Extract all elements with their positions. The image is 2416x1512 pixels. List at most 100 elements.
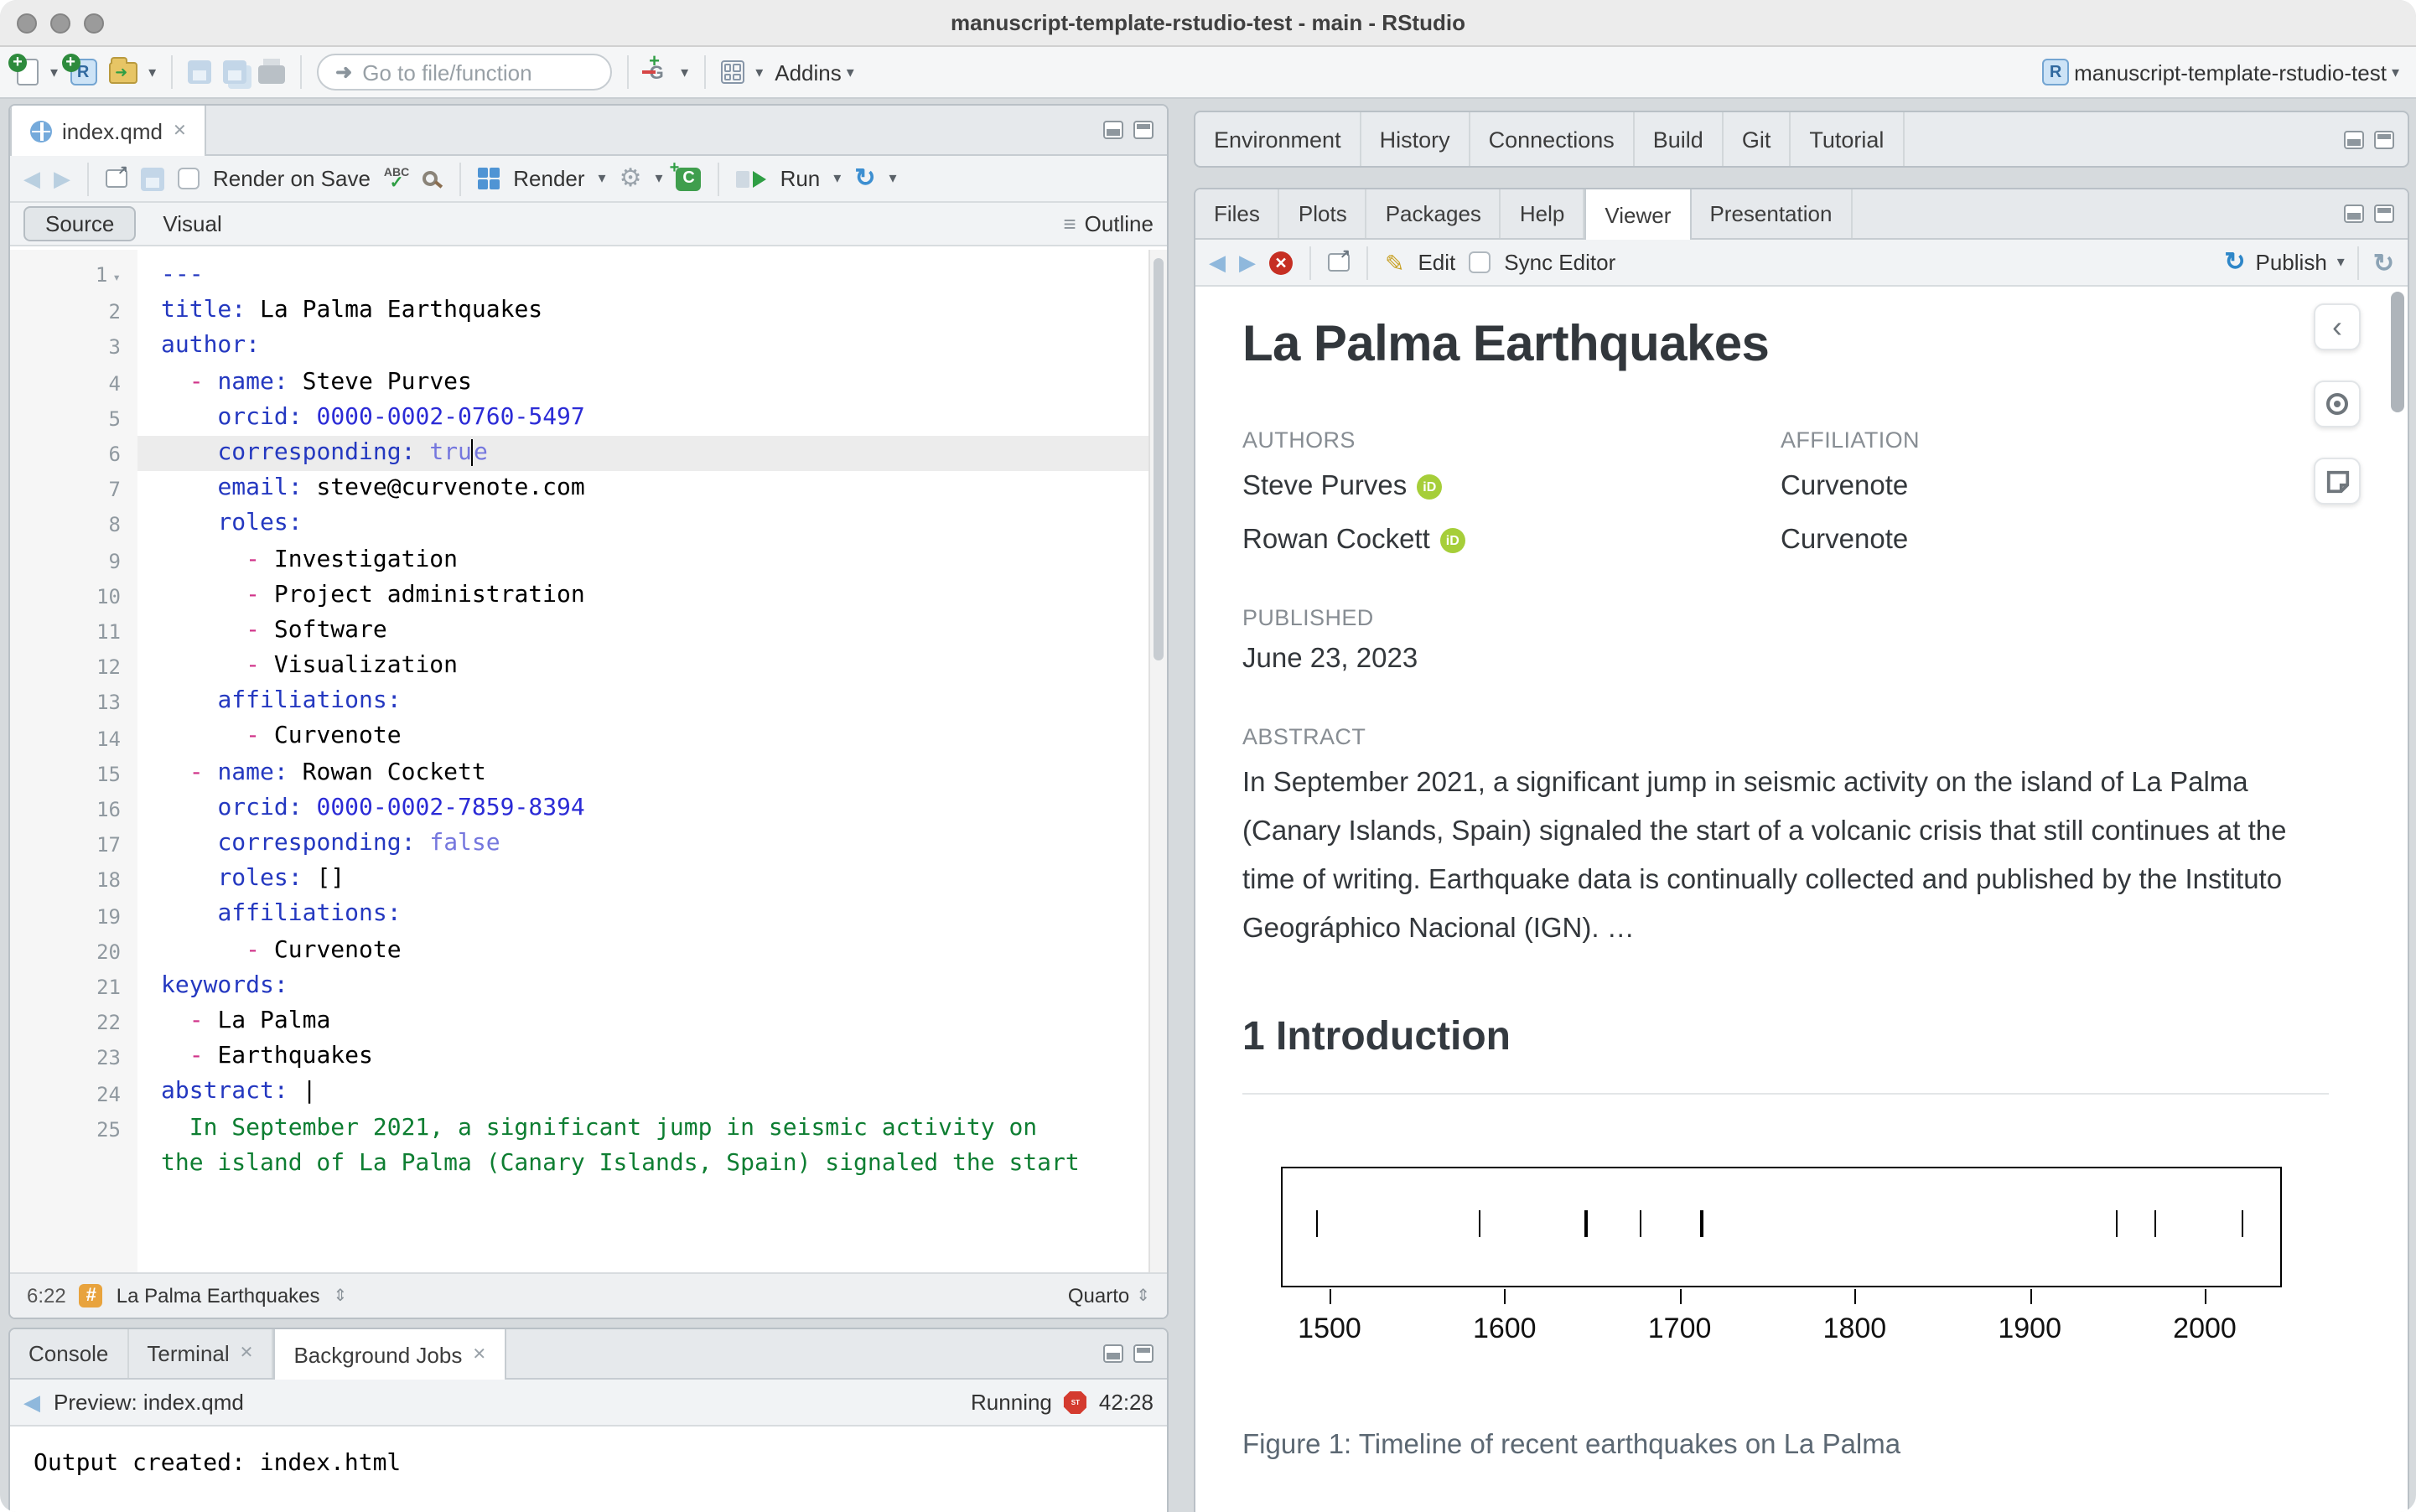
- search-icon[interactable]: [423, 171, 438, 186]
- tab-history[interactable]: History: [1361, 112, 1470, 166]
- code-line[interactable]: - name: Rowan Cockett: [161, 755, 1148, 790]
- code-line[interactable]: author:: [161, 329, 1148, 365]
- code-line[interactable]: affiliations:: [161, 685, 1148, 720]
- minimize-pane-icon[interactable]: [2344, 205, 2364, 223]
- code-line[interactable]: abstract: |: [161, 1075, 1148, 1111]
- render-dropdown-icon[interactable]: ▾: [599, 170, 606, 186]
- fold-arrow-icon[interactable]: ▾: [112, 270, 121, 285]
- tab-console[interactable]: Console: [10, 1329, 129, 1378]
- tab-plots[interactable]: Plots: [1280, 189, 1367, 238]
- code-line[interactable]: - Curvenote: [161, 933, 1148, 968]
- tab-help[interactable]: Help: [1501, 189, 1585, 238]
- tab-viewer[interactable]: Viewer: [1584, 189, 1692, 240]
- tab-build[interactable]: Build: [1635, 112, 1724, 166]
- code-line[interactable]: affiliations:: [161, 898, 1148, 933]
- tab-terminal[interactable]: Terminal ✕: [128, 1329, 274, 1378]
- tab-packages[interactable]: Packages: [1367, 189, 1501, 238]
- tab-environment[interactable]: Environment: [1195, 112, 1361, 166]
- section-spinner-icon[interactable]: ⇕: [334, 1287, 348, 1305]
- file-mode[interactable]: Quarto: [1068, 1284, 1129, 1307]
- code-line[interactable]: orcid: 0000-0002-0760-5497: [161, 401, 1148, 436]
- version-control-button[interactable]: G: [642, 47, 669, 85]
- close-tab-icon[interactable]: ✕: [173, 122, 187, 140]
- code-line[interactable]: - La Palma: [161, 1004, 1148, 1039]
- outline-button[interactable]: ≡ Outline: [1063, 211, 1154, 236]
- save-button[interactable]: [188, 60, 212, 84]
- addins-button[interactable]: Addins ▾: [775, 60, 854, 85]
- code-line[interactable]: title: La Palma Earthquakes: [161, 293, 1148, 329]
- code-line[interactable]: - Investigation: [161, 542, 1148, 577]
- close-tab-icon[interactable]: ✕: [472, 1345, 486, 1364]
- maximize-pane-icon[interactable]: [2374, 130, 2394, 148]
- minimize-pane-icon[interactable]: [1103, 121, 1123, 139]
- save-all-button[interactable]: [223, 60, 247, 84]
- orcid-icon[interactable]: iD: [1439, 528, 1465, 553]
- code-line[interactable]: - Project administration: [161, 577, 1148, 613]
- publish-button[interactable]: Publish: [2256, 250, 2327, 275]
- forward-icon[interactable]: ▶: [54, 165, 70, 192]
- viewer-forward-icon[interactable]: ▶: [1239, 249, 1256, 276]
- run-button[interactable]: Run: [780, 166, 821, 191]
- render-on-save-checkbox[interactable]: [178, 168, 200, 189]
- orcid-icon[interactable]: iD: [1417, 474, 1443, 500]
- code-line[interactable]: - name: Steve Purves: [161, 365, 1148, 400]
- edit-button[interactable]: Edit: [1418, 250, 1455, 275]
- minimize-window-button[interactable]: [50, 13, 70, 33]
- new-project-button[interactable]: R +: [61, 54, 97, 85]
- tab-git[interactable]: Git: [1724, 112, 1791, 166]
- source-refresh-icon[interactable]: ↻: [854, 166, 875, 191]
- code-line[interactable]: corresponding: false: [161, 826, 1148, 862]
- viewer-back-icon[interactable]: ◀: [1209, 249, 1226, 276]
- code-line[interactable]: - Curvenote: [161, 720, 1148, 755]
- tab-files[interactable]: Files: [1195, 189, 1280, 238]
- zoom-window-button[interactable]: [84, 13, 104, 33]
- maximize-pane-icon[interactable]: [1133, 121, 1154, 139]
- code-editor[interactable]: 1 ▾ 2 3 4 5 6 7 8 9 10 11 12 13 14 15 16 17 18 19 20 21 22 23 24…: [10, 250, 1167, 1272]
- maximize-pane-icon[interactable]: [1133, 1344, 1154, 1363]
- stop-icon[interactable]: ST: [1063, 1390, 1087, 1414]
- code-line[interactable]: email: steve@curvenote.com: [161, 471, 1148, 506]
- code-line[interactable]: - Visualization: [161, 649, 1148, 684]
- tab-connections[interactable]: Connections: [1470, 112, 1635, 166]
- viewer-scrollbar[interactable]: [2391, 287, 2404, 1512]
- spellcheck-icon[interactable]: ABC ✓: [384, 167, 409, 191]
- back-icon[interactable]: ◀: [23, 165, 40, 192]
- tab-tutorial[interactable]: Tutorial: [1791, 112, 1905, 166]
- tab-background-jobs[interactable]: Background Jobs ✕: [273, 1329, 507, 1380]
- code-line[interactable]: roles:: [161, 507, 1148, 542]
- section-navigator[interactable]: La Palma Earthquakes: [117, 1284, 320, 1307]
- maximize-pane-icon[interactable]: [2374, 205, 2394, 223]
- annotation-button[interactable]: [2314, 458, 2361, 505]
- code-line[interactable]: ---: [161, 258, 1148, 293]
- print-button[interactable]: [258, 59, 286, 84]
- collapse-panel-button[interactable]: ‹: [2314, 303, 2361, 350]
- visual-mode-button[interactable]: Visual: [143, 208, 241, 240]
- code-line[interactable]: In September 2021, a significant jump in…: [161, 1111, 1148, 1146]
- jobs-back-icon[interactable]: ◀: [23, 1389, 40, 1416]
- code-area[interactable]: --- title: La Palma Earthquakes author: - …: [137, 250, 1148, 1272]
- sync-editor-checkbox[interactable]: [1469, 251, 1491, 273]
- open-in-new-window-icon[interactable]: [106, 169, 127, 188]
- panes-dropdown-icon[interactable]: ▾: [755, 64, 763, 80]
- version-control-dropdown-icon[interactable]: ▾: [681, 64, 688, 80]
- run-dropdown-icon[interactable]: ▾: [833, 170, 841, 186]
- render-button[interactable]: Render: [513, 166, 584, 191]
- code-line[interactable]: - Earthquakes: [161, 1039, 1148, 1074]
- code-line[interactable]: corresponding: tru e: [137, 435, 1148, 472]
- save-document-icon[interactable]: [141, 167, 164, 190]
- refresh-viewer-icon[interactable]: ↻: [2373, 247, 2394, 277]
- open-file-button[interactable]: [108, 56, 137, 83]
- console-output[interactable]: Output created: index.html Watching file…: [10, 1427, 1167, 1512]
- code-line[interactable]: - Software: [161, 614, 1148, 649]
- new-file-dropdown-icon[interactable]: ▾: [50, 64, 58, 80]
- gear-icon[interactable]: ⚙: [620, 166, 642, 191]
- minimize-pane-icon[interactable]: [2344, 130, 2364, 148]
- new-file-button[interactable]: +: [8, 54, 39, 85]
- code-line[interactable]: orcid: 0000-0002-7859-8394: [161, 791, 1148, 826]
- editor-scrollbar[interactable]: [1148, 250, 1167, 1272]
- workspace-panes-button[interactable]: [720, 60, 744, 84]
- close-window-button[interactable]: [17, 13, 37, 33]
- publish-dropdown-icon[interactable]: ▾: [2337, 254, 2345, 270]
- refresh-dropdown-icon[interactable]: ▾: [889, 170, 897, 186]
- tab-presentation[interactable]: Presentation: [1691, 189, 1853, 238]
